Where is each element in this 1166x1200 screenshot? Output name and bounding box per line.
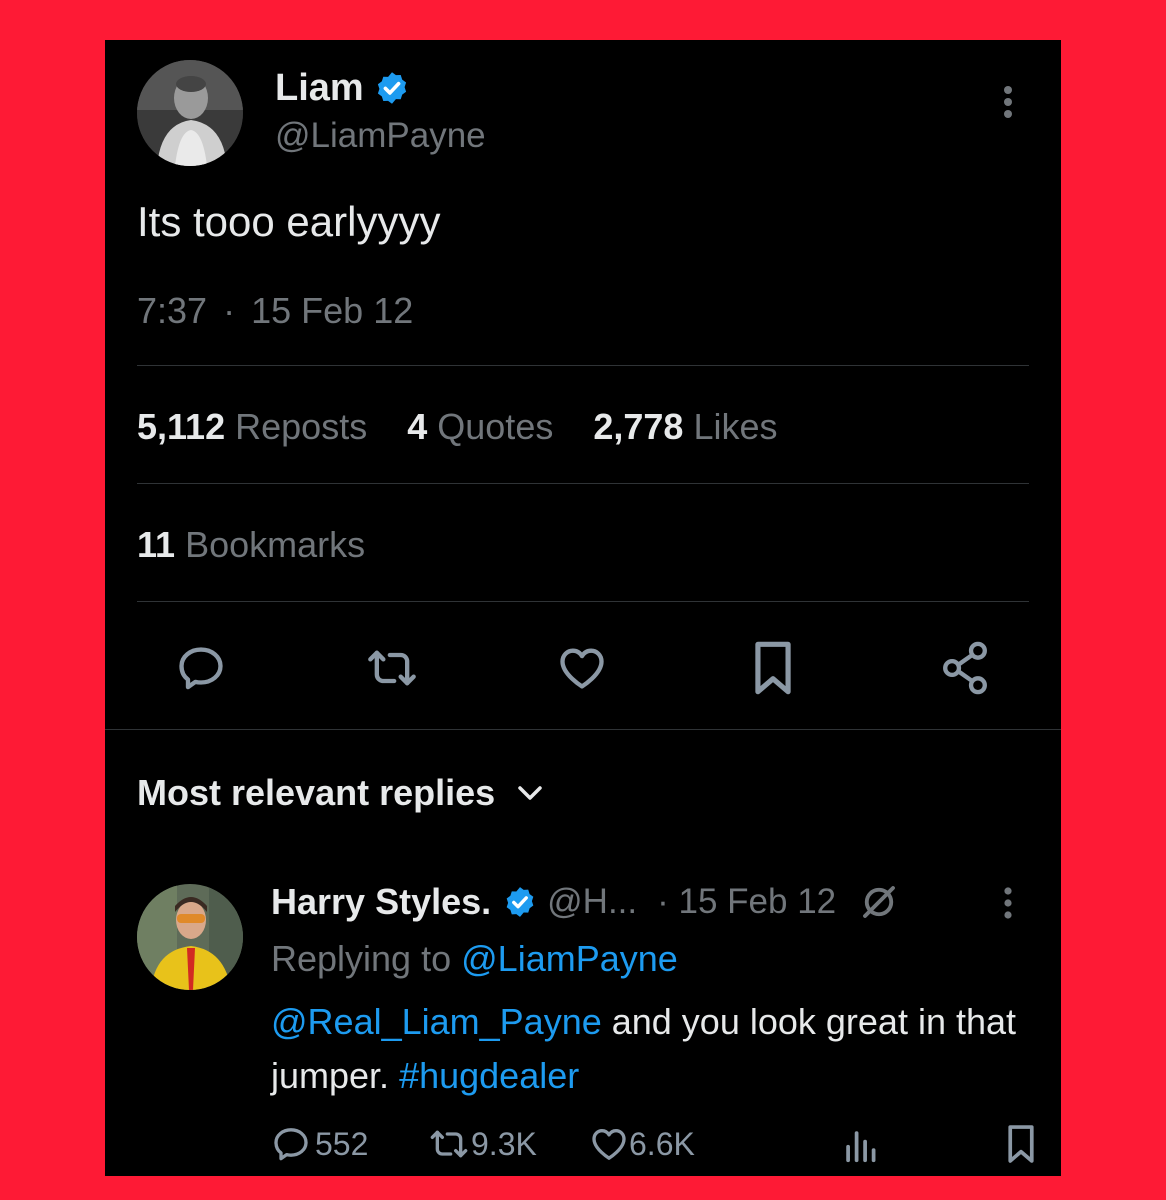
tweet-timestamp[interactable]: 7:37 · 15 Feb 12 [137, 290, 413, 332]
reposts-stat[interactable]: 5,112 Reposts [137, 406, 377, 447]
replying-to-label: Replying to [271, 938, 452, 979]
harry-avatar[interactable] [137, 884, 243, 990]
reply-date[interactable]: · 15 Feb 12 [657, 882, 836, 922]
bookmarks-label: Bookmarks [185, 524, 366, 565]
tweet-text: Its tooo earlyyyy [137, 198, 441, 245]
author-display-name[interactable]: Liam [275, 67, 364, 110]
reply-more-options-icon[interactable] [995, 886, 1021, 922]
repost-icon[interactable] [363, 642, 421, 694]
reply-reposts-button[interactable]: 9.3K [427, 1124, 537, 1164]
like-icon[interactable] [555, 642, 609, 694]
like-icon [589, 1124, 629, 1164]
bookmark-icon[interactable] [751, 640, 795, 696]
verified-badge-icon [503, 885, 537, 919]
replying-to-line: Replying to @LiamPayne [271, 938, 678, 980]
reply-reposts-count: 9.3K [471, 1125, 537, 1162]
reply-text: @Real_Liam_Payne and you look great in t… [271, 995, 1041, 1103]
reposts-label: Reposts [235, 406, 368, 447]
quotes-count: 4 [407, 406, 428, 447]
replies-filter-dropdown[interactable]: Most relevant replies [137, 772, 545, 814]
reply-replies-count: 552 [315, 1125, 369, 1162]
chevron-down-icon [515, 783, 545, 803]
reply-mention-link[interactable]: @Real_Liam_Payne [271, 1001, 602, 1042]
grok-icon[interactable] [858, 881, 900, 923]
divider-4 [105, 729, 1061, 730]
likes-count: 2,778 [593, 406, 684, 447]
reply-icon [271, 1124, 311, 1164]
reply-display-name[interactable]: Harry Styles. [271, 881, 491, 923]
replies-filter-label: Most relevant replies [137, 772, 496, 813]
bookmarks-count: 11 [137, 524, 176, 565]
divider-1 [137, 365, 1029, 366]
reply-replies-button[interactable]: 552 [271, 1124, 368, 1164]
repost-icon [427, 1124, 471, 1164]
likes-label: Likes [693, 406, 778, 447]
replying-to-handle-link[interactable]: @LiamPayne [461, 938, 678, 979]
more-options-icon[interactable] [993, 84, 1023, 124]
reposts-count: 5,112 [137, 406, 226, 447]
reply-hashtag-link[interactable]: #hugdealer [399, 1055, 579, 1096]
reply-action-bar: 552 9.3K 6.6K [271, 1124, 1051, 1168]
liam-avatar[interactable] [137, 60, 243, 166]
reply-icon[interactable] [175, 642, 227, 694]
tweet-date[interactable]: 15 Feb 12 [251, 290, 413, 331]
divider-3 [137, 601, 1029, 602]
quotes-stat[interactable]: 4 Quotes [407, 406, 563, 447]
timestamp-separator: · [223, 290, 236, 331]
tweet-detail-view: Liam @LiamPayne Its tooo earlyyyy 7:37 ·… [105, 40, 1061, 1176]
bookmarks-stat[interactable]: 11 Bookmarks [137, 524, 365, 566]
verified-badge-icon [374, 70, 410, 106]
divider-2 [137, 483, 1029, 484]
reply-header-row: Harry Styles. @H... · 15 Feb 12 [271, 880, 900, 924]
quotes-label: Quotes [437, 406, 554, 447]
reply-likes-button[interactable]: 6.6K [589, 1124, 695, 1164]
reply-handle[interactable]: @H... [547, 882, 637, 922]
tweet-time[interactable]: 7:37 [137, 290, 207, 331]
reply-bookmark-icon[interactable] [1005, 1124, 1037, 1164]
author-handle[interactable]: @LiamPayne [275, 116, 486, 156]
likes-stat[interactable]: 2,778 Likes [593, 406, 777, 447]
author-name-row[interactable]: Liam [275, 66, 410, 110]
reply-likes-count: 6.6K [629, 1125, 695, 1162]
share-icon[interactable] [939, 640, 991, 696]
views-icon[interactable] [843, 1126, 877, 1164]
stats-row: 5,112 Reposts 4 Quotes 2,778 Likes [137, 406, 778, 448]
